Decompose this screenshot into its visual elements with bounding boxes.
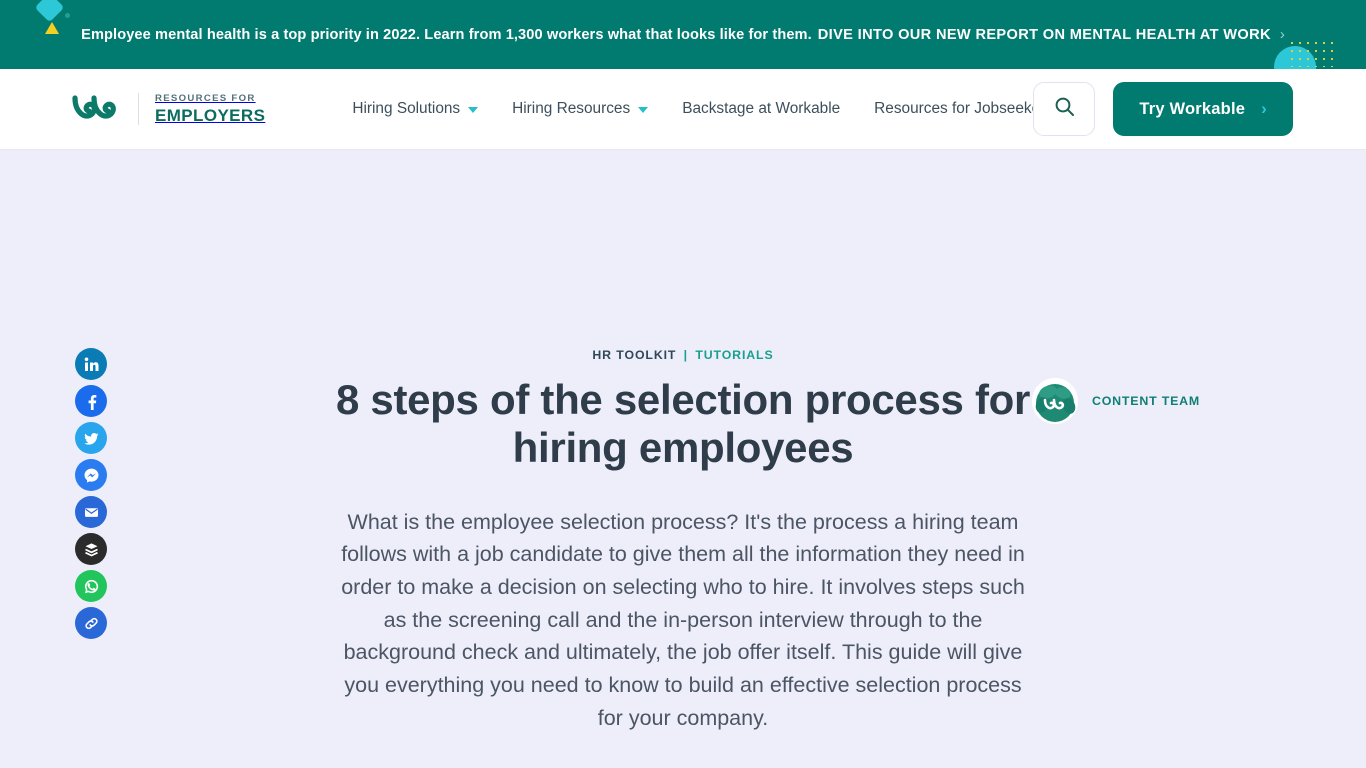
logo-wordmark: RESOURCES FOR EMPLOYERS (155, 94, 265, 124)
promo-banner-text: Employee mental health is a top priority… (81, 26, 812, 43)
nav-item-label: Resources for Jobseekers (874, 100, 1053, 117)
article-intro-paragraph: What is the employee selection process? … (341, 509, 1025, 730)
nav-item-hiring-resources[interactable]: Hiring Resources (495, 100, 665, 118)
article-column: HR TOOLKIT | TUTORIALS 8 steps of the se… (0, 150, 1366, 734)
diamond-decoration-icon (34, 0, 65, 23)
workable-w-logo-icon (72, 92, 122, 126)
logo-divider (138, 93, 139, 125)
article-author-badge[interactable]: CONTENT TEAM (1031, 378, 1200, 424)
category-separator: | (683, 348, 688, 362)
nav-item-label: Backstage at Workable (682, 100, 841, 117)
site-header: RESOURCES FOR EMPLOYERS Hiring Solutions… (0, 69, 1366, 150)
page-title: 8 steps of the selection process for hir… (335, 376, 1031, 472)
promo-banner-content: Employee mental health is a top priority… (81, 26, 1285, 43)
nav-item-hiring-solutions[interactable]: Hiring Solutions (335, 100, 495, 118)
search-button[interactable] (1033, 82, 1096, 136)
main-navigation: Hiring Solutions Hiring Resources Backst… (335, 100, 1070, 118)
category-tutorials[interactable]: TUTORIALS (695, 348, 773, 362)
article-page-body: HR TOOLKIT | TUTORIALS 8 steps of the se… (0, 150, 1366, 768)
nav-item-label: Hiring Solutions (352, 100, 461, 117)
chevron-down-icon (638, 107, 649, 113)
chevron-right-icon: › (1279, 26, 1285, 43)
site-logo[interactable]: RESOURCES FOR EMPLOYERS (72, 92, 265, 126)
avatar (1031, 378, 1078, 424)
promo-banner-cta-link[interactable]: DIVE INTO OUR NEW REPORT ON MENTAL HEALT… (818, 27, 1271, 43)
nav-item-backstage-at-workable[interactable]: Backstage at Workable (665, 100, 857, 118)
triangle-decoration-icon (45, 22, 59, 34)
promo-banner[interactable]: Employee mental health is a top priority… (0, 0, 1366, 69)
article-category-breadcrumb: HR TOOLKIT | TUTORIALS (592, 348, 773, 362)
try-workable-button[interactable]: Try Workable › (1113, 82, 1293, 136)
header-actions: Try Workable › (1033, 82, 1293, 136)
try-workable-label: Try Workable (1139, 99, 1246, 118)
search-icon (1054, 96, 1075, 122)
author-name: CONTENT TEAM (1091, 394, 1200, 408)
dot-grid-decoration-icon (1288, 39, 1338, 67)
chevron-down-icon (468, 107, 479, 113)
logo-line-1: RESOURCES FOR (155, 93, 256, 105)
nav-item-label: Hiring Resources (512, 100, 631, 117)
logo-line-2: EMPLOYERS (155, 105, 266, 125)
chevron-right-icon: › (1261, 99, 1267, 118)
dot-decoration-icon (65, 13, 70, 18)
category-hr-toolkit[interactable]: HR TOOLKIT (592, 348, 676, 362)
